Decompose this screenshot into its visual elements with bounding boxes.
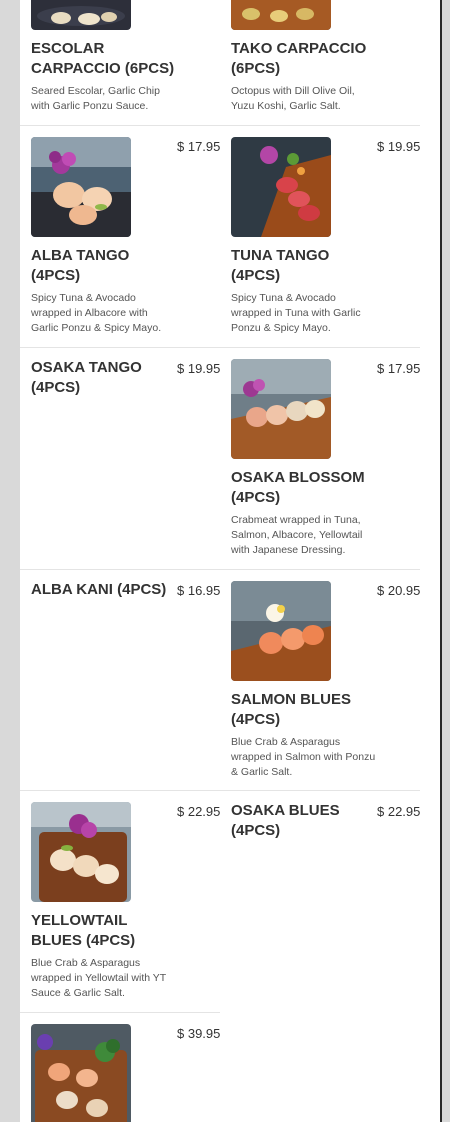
menu-item-osaka-blues[interactable]: $ 22.95 OSAKA BLUES (4PCS)	[220, 791, 420, 1122]
menu-item-price: $ 17.95	[377, 361, 420, 376]
menu-item-title: ESCOLAR CARPACCIO (6PCS)	[31, 40, 175, 77]
menu-item-title: TUNA TANGO (4PCS)	[231, 247, 330, 284]
menu-item-price: $ 22.95	[177, 804, 220, 819]
menu-item-description: Blue Crab & Asparagus wrapped in Yellowt…	[31, 957, 167, 999]
menu-item-price: $ 22.95	[377, 804, 420, 819]
page-gutter	[420, 0, 440, 1122]
menu-item-price: $ 19.95	[177, 361, 220, 376]
menu-item-title: OSAKA TANGO (4PCS)	[31, 359, 142, 396]
menu-item-price: $ 20.95	[377, 583, 420, 598]
menu-item-price: $ 19.95	[377, 139, 420, 154]
menu-item-osaka-tango[interactable]: $ 19.95 OSAKA TANGO (4PCS)	[20, 348, 220, 570]
menu-item-price: $ 17.95	[177, 139, 220, 154]
price-clip: $ 16.95	[20, 570, 220, 791]
menu-item-alba-tango[interactable]: $ 17.95 ALBA TANGO (4PCS) Spicy Tuna & A…	[20, 126, 220, 348]
menu-page: ESCOLAR CARPACCIO (6PCS) Seared Escolar,…	[20, 0, 420, 1122]
menu-item-title: SALMON BLUES (4PCS)	[231, 691, 351, 728]
menu-item-title: YELLOWTAIL BLUES (4PCS)	[31, 912, 136, 949]
menu-item-title: ALBA TANGO (4PCS)	[31, 247, 130, 284]
menu-item-salmon-blues[interactable]: $ 20.95 SALMON BLUES (4PCS) Blue Crab & …	[220, 570, 420, 791]
menu-item-title: TAKO CARPACCIO (6PCS)	[231, 40, 367, 77]
menu-item-tuna-tango[interactable]: $ 19.95 TUNA TANGO (4PCS) Spicy Tuna & A…	[220, 126, 420, 348]
menu-item-platter[interactable]: $ 39.95	[20, 1013, 220, 1122]
menu-item-title: ALBA KANI (4PCS)	[31, 581, 167, 598]
menu-item-price: $ 39.95	[177, 1026, 220, 1041]
menu-item-description: Crabmeat wrapped in Tuna, Salmon, Albaco…	[231, 514, 363, 556]
menu-item-tako-carpaccio[interactable]: TAKO CARPACCIO (6PCS) Octopus with Dill …	[220, 0, 420, 126]
menu-item-title: OSAKA BLOSSOM (4PCS)	[231, 469, 365, 506]
price-clip: $ 39.95	[20, 1013, 220, 1122]
menu-item-description: Seared Escolar, Garlic Chip with Garlic …	[31, 85, 160, 112]
menu-item-osaka-blossom[interactable]: $ 17.95 OSAKA BLOSSOM (4PCS) Crabmeat wr…	[220, 348, 420, 570]
window-edge	[440, 0, 442, 1122]
menu-item-description: Spicy Tuna & Avocado wrapped in Albacore…	[31, 292, 162, 334]
menu-item-escolar-carpaccio[interactable]: ESCOLAR CARPACCIO (6PCS) Seared Escolar,…	[20, 0, 220, 126]
menu-item-description: Spicy Tuna & Avocado wrapped in Tuna wit…	[231, 292, 361, 334]
menu-item-title: OSAKA BLUES (4PCS)	[231, 802, 340, 839]
menu-item-yellowtail-blues[interactable]: $ 22.95 YELLOWTAIL BLUES (4PCS) Blue Cra…	[20, 791, 220, 1013]
tako-carpaccio-photo[interactable]	[231, 0, 331, 30]
escolar-carpaccio-photo[interactable]	[31, 0, 131, 30]
menu-item-alba-kani[interactable]: $ 16.95 ALBA KANI (4PCS)	[20, 570, 220, 791]
menu-item-description: Blue Crab & Asparagus wrapped in Salmon …	[231, 736, 376, 778]
menu-item-description: Octopus with Dill Olive Oil, Yuzu Koshi,…	[231, 85, 355, 112]
